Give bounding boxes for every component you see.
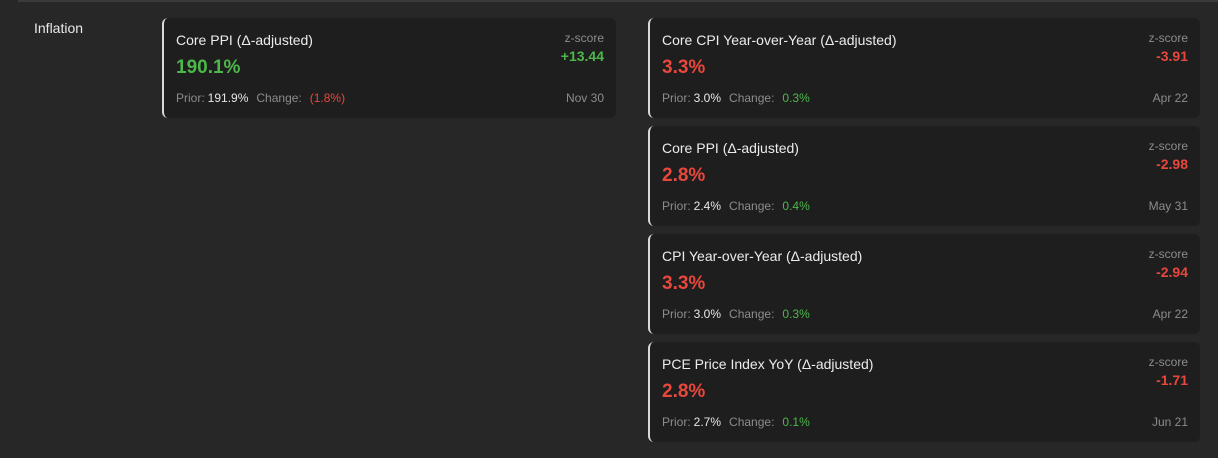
card-meta: Prior: 191.9% Change: (1.8%) [176,91,345,105]
prior-value: 191.9% [207,91,249,105]
zscore-label: z-score [1148,139,1188,153]
prior-label: Prior: [662,415,691,429]
change-label: Change: [729,415,775,429]
prior-label: Prior: [662,307,691,321]
card-title: CPI Year-over-Year (Δ-adjusted) [662,248,863,264]
zscore-label: z-score [1148,355,1188,369]
change-label: Change: [729,307,775,321]
change-label: Change: [256,91,302,105]
card-title: Core PPI (Δ-adjusted) [176,32,313,48]
inflation-panel: Inflation Core PPI (Δ-adjusted) 190.1% z… [0,0,1218,458]
change-value: 0.3% [782,307,810,321]
top-divider [18,0,1218,2]
card-date: Nov 30 [565,91,604,105]
prior-label: Prior: [662,91,691,105]
change-value: (1.8%) [309,91,346,105]
card-date: Apr 22 [1152,307,1188,321]
prior-value: 2.4% [693,199,722,213]
card-date: May 31 [1148,199,1188,213]
zscore-value: -3.91 [1156,48,1188,64]
prior-label: Prior: [662,199,691,213]
card-value: 2.8% [662,165,706,186]
change-value: 0.4% [782,199,810,213]
card-meta: Prior: 3.0% Change: 0.3% [662,307,810,321]
prior-value: 3.0% [693,91,722,105]
card-date: Apr 22 [1152,91,1188,105]
indicator-card[interactable]: CPI Year-over-Year (Δ-adjusted) 3.3% z-s… [648,234,1200,334]
zscore-value: +13.44 [560,48,604,64]
indicator-card[interactable]: Core CPI Year-over-Year (Δ-adjusted) 3.3… [648,18,1200,118]
change-label: Change: [729,199,775,213]
indicator-card[interactable]: PCE Price Index YoY (Δ-adjusted) 2.8% z-… [648,342,1200,442]
indicator-card[interactable]: Core PPI (Δ-adjusted) 2.8% z-score -2.98… [648,126,1200,226]
card-meta: Prior: 2.7% Change: 0.1% [662,415,810,429]
card-meta: Prior: 3.0% Change: 0.3% [662,91,810,105]
card-value: 2.8% [662,381,706,402]
card-title: PCE Price Index YoY (Δ-adjusted) [662,356,874,372]
zscore-value: -2.94 [1156,264,1188,280]
prior-label: Prior: [176,91,205,105]
card-date: Jun 21 [1151,415,1188,429]
zscore-value: -1.71 [1156,372,1188,388]
change-value: 0.3% [782,91,810,105]
change-value: 0.1% [782,415,810,429]
change-label: Change: [729,91,775,105]
zscore-label: z-score [564,31,604,45]
card-value: 3.3% [662,57,706,78]
indicator-card[interactable]: Core PPI (Δ-adjusted) 190.1% z-score +13… [162,18,616,118]
zscore-value: -2.98 [1156,156,1188,172]
card-title: Core PPI (Δ-adjusted) [662,140,799,156]
zscore-label: z-score [1148,31,1188,45]
prior-value: 3.0% [693,307,722,321]
card-value: 190.1% [176,57,241,78]
card-value: 3.3% [662,273,706,294]
section-label: Inflation [34,20,84,36]
zscore-label: z-score [1148,247,1188,261]
prior-value: 2.7% [693,415,722,429]
card-title: Core CPI Year-over-Year (Δ-adjusted) [662,32,897,48]
card-meta: Prior: 2.4% Change: 0.4% [662,199,810,213]
